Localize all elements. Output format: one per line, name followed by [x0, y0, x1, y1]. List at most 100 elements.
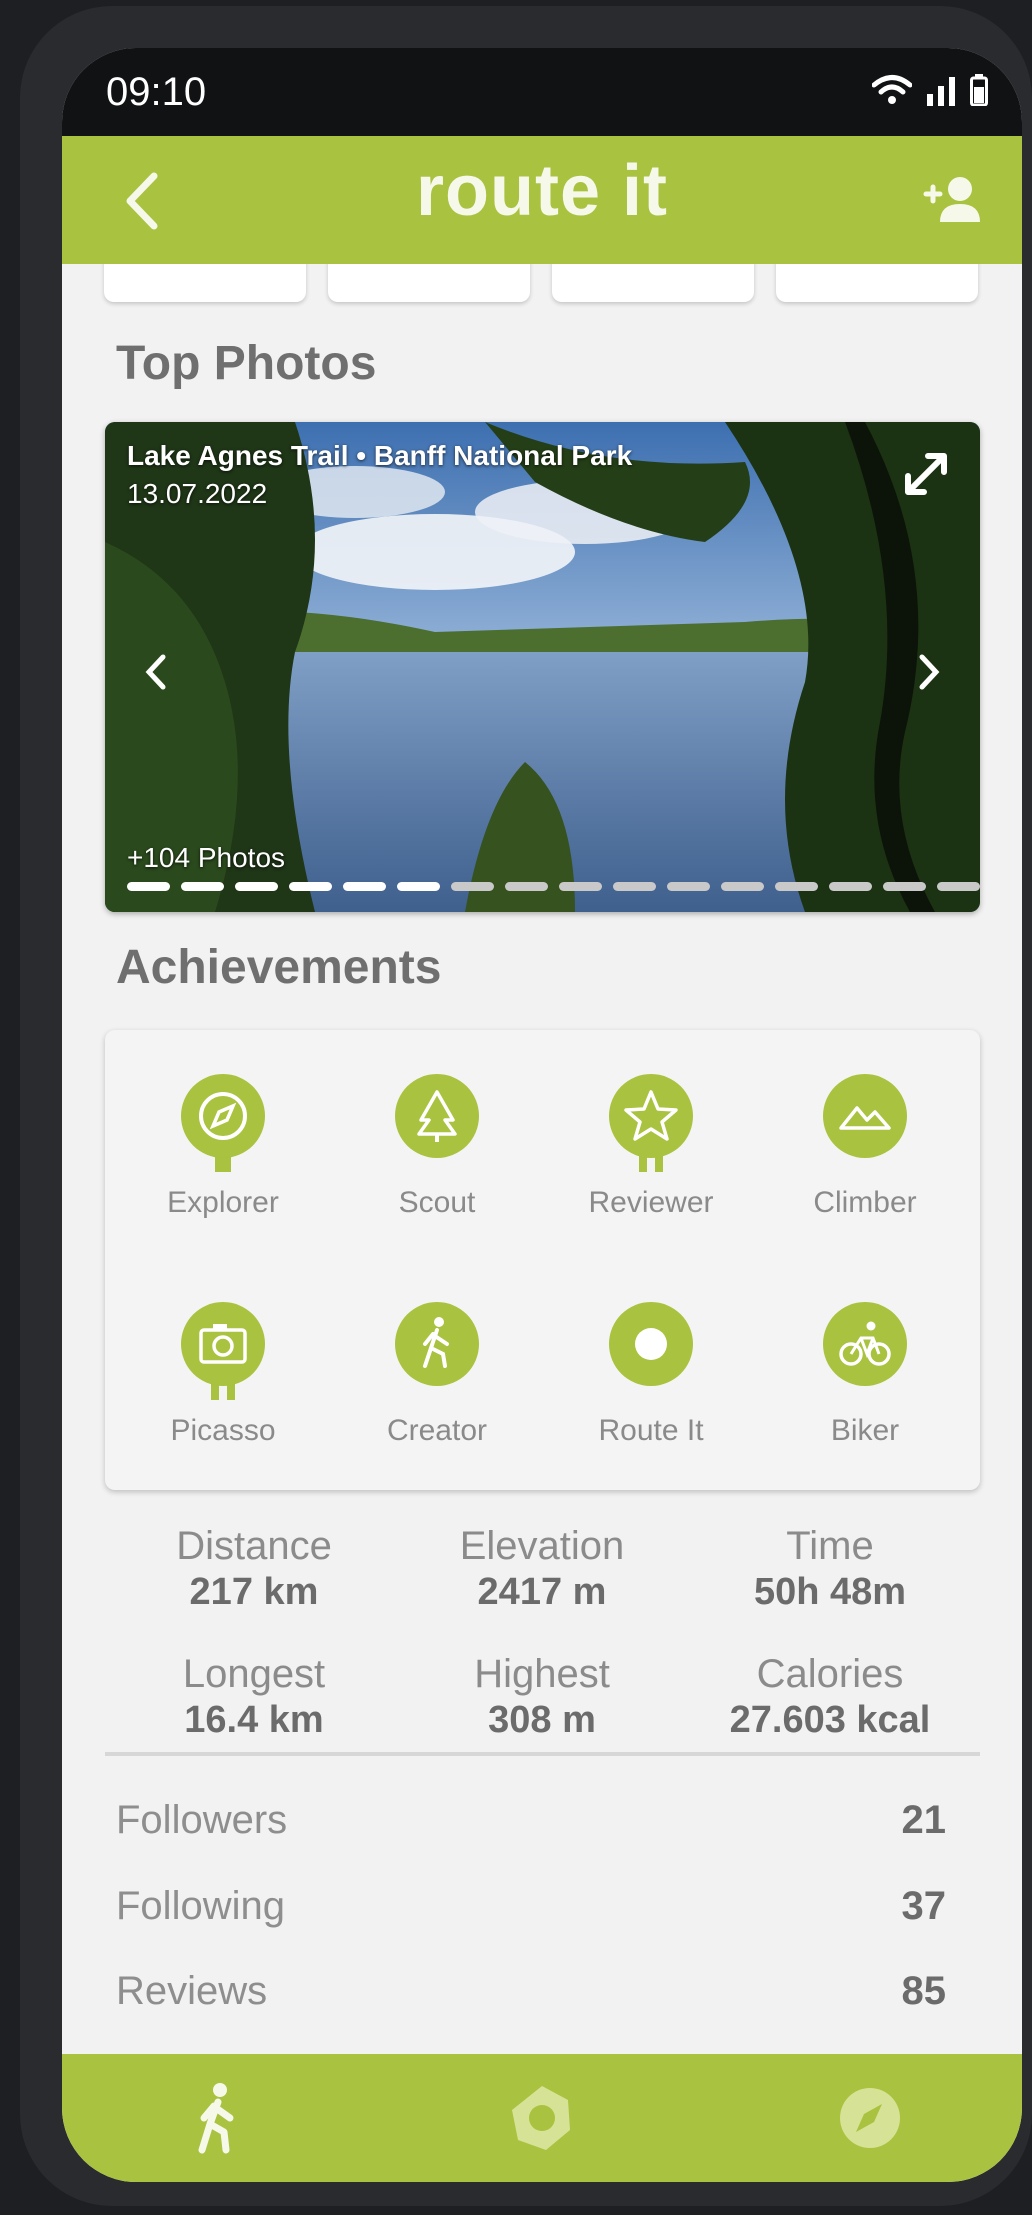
route-it-logo-icon[interactable]: [504, 2080, 580, 2156]
row-label: Reviews: [116, 1969, 268, 2013]
row-value: 21: [901, 1798, 947, 1842]
carousel-dot[interactable]: [505, 882, 548, 891]
app-bar: route it: [62, 136, 1022, 264]
photo-caption: Lake Agnes Trail • Banff National Park: [127, 440, 633, 471]
hiker-icon[interactable]: [178, 2080, 254, 2156]
phone-screen: 09:10 route it Top Photos Lake Agnes Tra…: [62, 48, 1022, 2182]
followers-row[interactable]: Followers 21: [116, 1798, 946, 1843]
mountain-icon: [823, 1074, 907, 1158]
carousel-dot[interactable]: [883, 882, 926, 891]
summary-tile[interactable]: 13: [552, 264, 754, 302]
stat-label: Longest: [182, 1652, 326, 1696]
row-value: 85: [901, 1969, 947, 2013]
stat-value: 27.603 kcal: [729, 1699, 931, 1741]
add-friend-icon[interactable]: [922, 172, 982, 228]
chevron-right-icon[interactable]: [914, 652, 944, 692]
stat-value: 50h 48m: [753, 1571, 907, 1613]
carousel-dot[interactable]: [397, 882, 440, 891]
stat-value: 308 m: [488, 1699, 596, 1741]
carousel-dot[interactable]: [667, 882, 710, 891]
stat-label: Distance: [176, 1524, 332, 1568]
compass-icon[interactable]: [832, 2080, 908, 2156]
reviews-row[interactable]: Reviews 85: [116, 1969, 946, 2014]
badge-explorer[interactable]: Explorer: [116, 1072, 330, 1220]
achievements-card: Explorer Scout Reviewer Climber Picasso …: [105, 1030, 980, 1490]
tree-icon: [395, 1074, 479, 1158]
badge-picasso[interactable]: Picasso: [116, 1300, 330, 1448]
profile-scroll-content[interactable]: 27 108 13 35 Top Photos: [62, 264, 1022, 2054]
signal-icon: [927, 77, 955, 106]
carousel-indicator: [127, 882, 980, 891]
row-label: Following: [116, 1884, 285, 1928]
badge-label: Picasso: [170, 1414, 276, 1447]
stat-label: Calories: [756, 1652, 904, 1696]
stat-calories: Calories 27.603 kcal: [680, 1652, 980, 1742]
badge-label: Scout: [398, 1186, 476, 1219]
badge-label: Route It: [598, 1414, 704, 1447]
summary-tile[interactable]: 27: [104, 264, 306, 302]
row-value: 37: [901, 1884, 947, 1928]
stat-highest: Highest 308 m: [392, 1652, 692, 1742]
hiker-icon: [395, 1302, 479, 1386]
summary-tile-value: 27: [177, 264, 233, 269]
summary-tile-value: 108: [387, 264, 470, 269]
badge-creator[interactable]: Creator: [330, 1300, 544, 1448]
carousel-dot[interactable]: [829, 882, 872, 891]
stat-longest: Longest 16.4 km: [104, 1652, 404, 1742]
following-row[interactable]: Following 37: [116, 1884, 946, 1929]
top-photos-heading: Top Photos: [116, 337, 377, 390]
summary-tile[interactable]: 108: [328, 264, 530, 302]
summary-tile-value: 13: [625, 264, 681, 269]
badge-label: Climber: [813, 1186, 917, 1219]
carousel-dot[interactable]: [721, 882, 764, 891]
badge-scout[interactable]: Scout: [330, 1072, 544, 1220]
carousel-dot[interactable]: [613, 882, 656, 891]
stat-label: Highest: [474, 1652, 610, 1696]
badge-biker[interactable]: Biker: [758, 1300, 972, 1448]
compass-icon: [181, 1074, 265, 1172]
photo-count: +104 Photos: [127, 842, 286, 873]
carousel-dot[interactable]: [181, 882, 224, 891]
app-title: route it: [416, 151, 668, 231]
stat-value: 16.4 km: [184, 1699, 324, 1741]
status-time: 09:10: [106, 70, 207, 114]
badge-route-it[interactable]: Route It: [544, 1300, 758, 1448]
summary-tile[interactable]: 35: [776, 264, 978, 302]
badge-climber[interactable]: Climber: [758, 1072, 972, 1220]
photo-carousel[interactable]: Lake Agnes Trail • Banff National Park 1…: [105, 422, 980, 912]
battery-icon: [970, 74, 988, 106]
stat-time: Time 50h 48m: [680, 1524, 980, 1614]
carousel-dot[interactable]: [289, 882, 332, 891]
bottom-navigation: [62, 2054, 1022, 2182]
badge-reviewer[interactable]: Reviewer: [544, 1072, 758, 1220]
carousel-dot[interactable]: [127, 882, 170, 891]
carousel-dot[interactable]: [343, 882, 386, 891]
stat-elevation: Elevation 2417 m: [392, 1524, 692, 1614]
status-icons: [872, 74, 988, 106]
carousel-dot[interactable]: [937, 882, 980, 891]
badge-label: Creator: [386, 1414, 488, 1447]
badge-label: Reviewer: [588, 1186, 714, 1219]
row-label: Followers: [116, 1798, 288, 1842]
carousel-dot[interactable]: [775, 882, 818, 891]
summary-tiles: 27 108 13 35: [104, 264, 978, 302]
stat-label: Time: [786, 1524, 874, 1568]
status-bar: 09:10: [62, 48, 1022, 136]
carousel-dot[interactable]: [235, 882, 278, 891]
stat-distance: Distance 217 km: [104, 1524, 404, 1614]
photo-date: 13.07.2022: [127, 478, 268, 509]
bike-icon: [823, 1302, 907, 1386]
expand-icon[interactable]: [898, 446, 954, 502]
star-icon: [609, 1074, 693, 1172]
camera-icon: [181, 1302, 265, 1400]
summary-tile-value: 35: [849, 264, 905, 269]
stat-label: Elevation: [459, 1524, 625, 1568]
achievements-heading: Achievements: [116, 941, 442, 994]
section-divider: [105, 1752, 980, 1756]
chevron-left-icon[interactable]: [141, 652, 171, 692]
carousel-dot[interactable]: [559, 882, 602, 891]
carousel-dot[interactable]: [451, 882, 494, 891]
route-it-logo-icon: [609, 1302, 693, 1386]
stat-value: 217 km: [189, 1571, 319, 1613]
badge-label: Biker: [830, 1414, 900, 1447]
